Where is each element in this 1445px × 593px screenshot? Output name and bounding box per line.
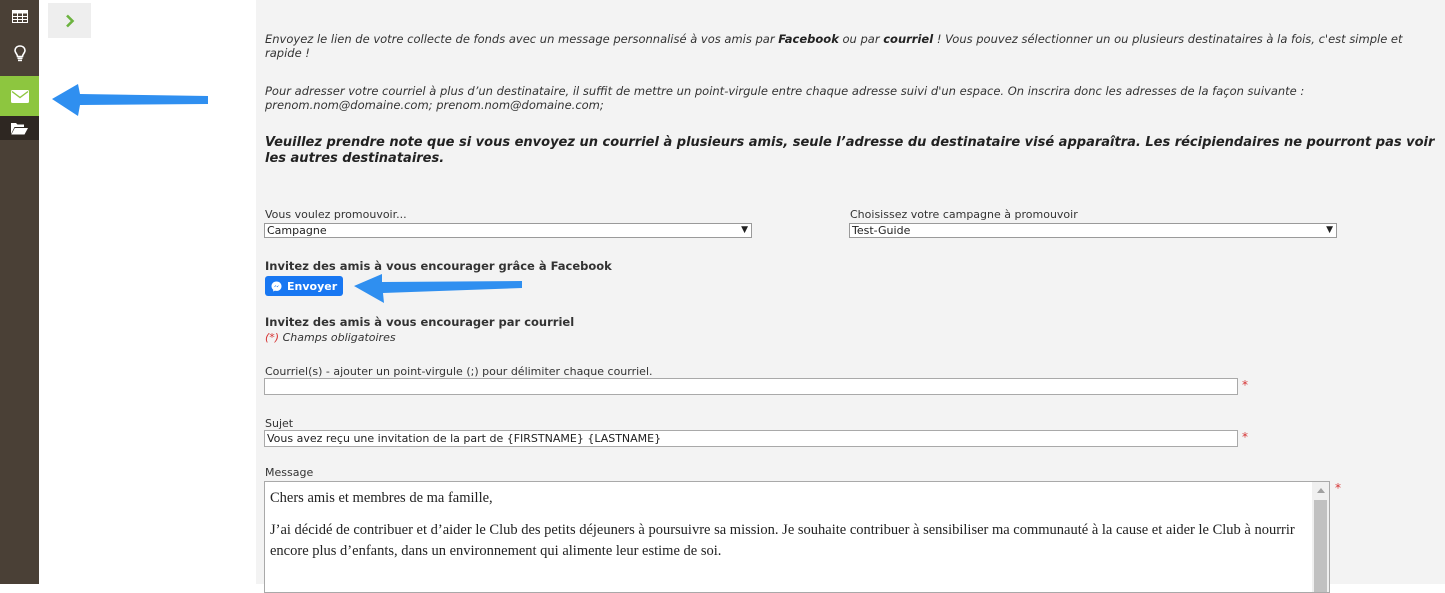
campaign-select[interactable]: Test-Guide ▼ [849, 223, 1337, 238]
sidebar-item-table[interactable] [0, 2, 39, 31]
privacy-notice: Veuillez prendre note que si vous envoye… [265, 135, 1435, 166]
promote-select[interactable]: Campagne ▼ [264, 223, 752, 238]
message-paragraph: J’ai décidé de contribuer et d’aider le … [270, 522, 1295, 559]
annotation-arrow-facebook [354, 274, 522, 303]
facebook-send-label: Envoyer [287, 279, 338, 293]
required-fields-note: (*) Champs obligatoires [265, 331, 396, 344]
lightbulb-icon [13, 45, 26, 62]
sidebar-expand-button[interactable] [48, 3, 91, 38]
message-label: Message [265, 466, 314, 479]
envelope-icon [10, 89, 29, 103]
scroll-up-arrow-icon [1316, 488, 1325, 493]
message-scrollbar[interactable] [1312, 482, 1329, 592]
sidebar-item-email[interactable] [0, 76, 39, 116]
subject-label: Sujet [265, 417, 294, 430]
messenger-icon [271, 281, 282, 291]
dropdown-arrow-icon: ▼ [741, 225, 748, 235]
facebook-section-title: Invitez des amis à vous encourager grâce… [265, 259, 612, 273]
campaign-select-value: Test-Guide [852, 224, 911, 237]
campaign-label: Choisissez votre campagne à promouvoir [850, 208, 1078, 221]
facebook-send-button[interactable]: Envoyer [265, 276, 343, 296]
sidebar-item-folder[interactable] [0, 116, 39, 140]
message-paragraph: Chers amis et membres de ma famille, [270, 490, 493, 506]
required-text: Champs obligatoires [279, 331, 396, 344]
sidebar [0, 0, 39, 584]
scroll-up-button[interactable] [1312, 482, 1329, 499]
table-icon [11, 10, 28, 23]
required-star: (*) [265, 331, 280, 344]
emails-input[interactable] [264, 378, 1238, 395]
message-text: Chers amis et membres de ma famille, J’a… [270, 488, 1305, 573]
emails-label: Courriel(s) - ajouter un point-virgule (… [265, 365, 653, 378]
intro-text: ou par [838, 32, 884, 46]
annotation-arrow-sidebar [52, 84, 208, 116]
promote-label: Vous voulez promouvoir... [265, 208, 407, 221]
email-section-title: Invitez des amis à vous encourager par c… [265, 315, 575, 329]
promote-select-value: Campagne [267, 224, 327, 237]
emails-required-star: * [1242, 378, 1248, 392]
scroll-thumb[interactable] [1314, 500, 1327, 592]
intro-text: Envoyez le lien de votre collecte de fon… [265, 32, 779, 46]
instructions-paragraph: Pour adresser votre courriel à plus d’un… [265, 84, 1305, 112]
folder-open-icon [11, 122, 28, 134]
subject-required-star: * [1242, 430, 1248, 444]
sidebar-item-ideas[interactable] [0, 39, 39, 68]
subject-input[interactable]: Vous avez reçu une invitation de la part… [264, 430, 1238, 447]
chevron-right-icon [65, 14, 74, 27]
dropdown-arrow-icon: ▼ [1326, 225, 1333, 235]
intro-facebook-emphasis: Facebook [778, 32, 839, 46]
message-textarea[interactable]: Chers amis et membres de ma famille, J’a… [264, 481, 1330, 593]
intro-courriel-emphasis: courriel [883, 32, 934, 46]
intro-paragraph: Envoyez le lien de votre collecte de fon… [265, 32, 1440, 60]
message-required-star: * [1335, 481, 1341, 495]
